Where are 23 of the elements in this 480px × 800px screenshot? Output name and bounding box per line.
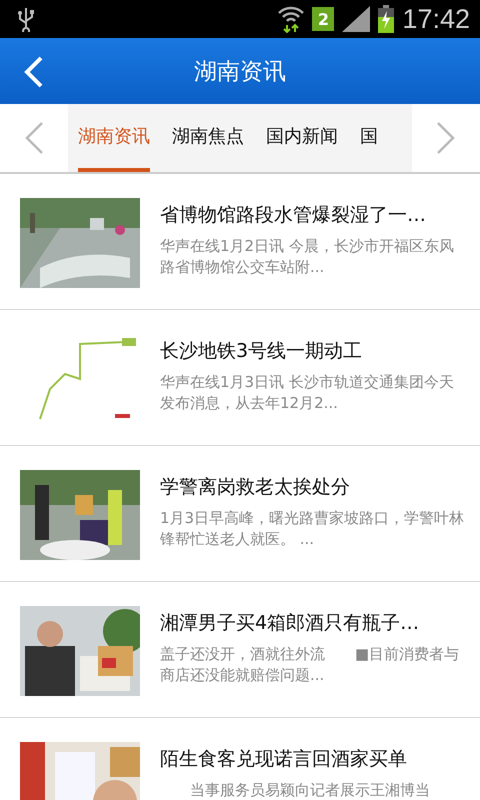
news-summary: 华声在线1月3日讯 长沙市轨道交通集团今天发布消息，从去年12月2... <box>160 372 455 414</box>
news-summary: 1月3日早高峰，曙光路曹家坡路口，学警叶林锋帮忙送老人就医。 ... <box>160 508 466 550</box>
category-tab[interactable]: 国内新闻 <box>266 104 338 172</box>
clock: 17:42 <box>402 4 470 34</box>
news-title[interactable]: 学警离岗救老太挨处分 <box>160 474 480 500</box>
wifi-icon <box>278 5 304 33</box>
battery-icon <box>378 5 394 33</box>
chevron-right-icon[interactable] <box>436 121 456 155</box>
signal-icon <box>342 6 370 32</box>
news-summary: 华声在线1月2日讯 今晨，长沙市开福区东风路省博物馆公交车站附... <box>160 236 455 278</box>
news-summary: 盖子还没开，酒就往外流 ■目前消费者与商店还没能就赔偿问题... <box>160 644 460 686</box>
chevron-left-icon[interactable] <box>24 121 44 155</box>
sim-badge: 2 <box>312 7 334 31</box>
usb-icon <box>16 6 36 32</box>
category-tab[interactable]: 国 <box>360 104 378 172</box>
news-title[interactable]: 湘潭男子买4箱郎酒只有瓶子… <box>160 610 480 636</box>
category-tab[interactable]: 湖南焦点 <box>172 104 244 172</box>
news-summary: 当事服务员易颖向记者展示王湘博当 <box>189 780 431 800</box>
category-tab[interactable]: 湖南资讯 <box>78 104 150 172</box>
news-title[interactable]: 省博物馆路段水管爆裂湿了一… <box>160 202 480 228</box>
news-title[interactable]: 陌生食客兑现诺言回酒家买单 <box>160 746 480 772</box>
header-title: 湖南资讯 <box>194 58 286 86</box>
news-title[interactable]: 长沙地铁3号线一期动工 <box>160 338 480 364</box>
